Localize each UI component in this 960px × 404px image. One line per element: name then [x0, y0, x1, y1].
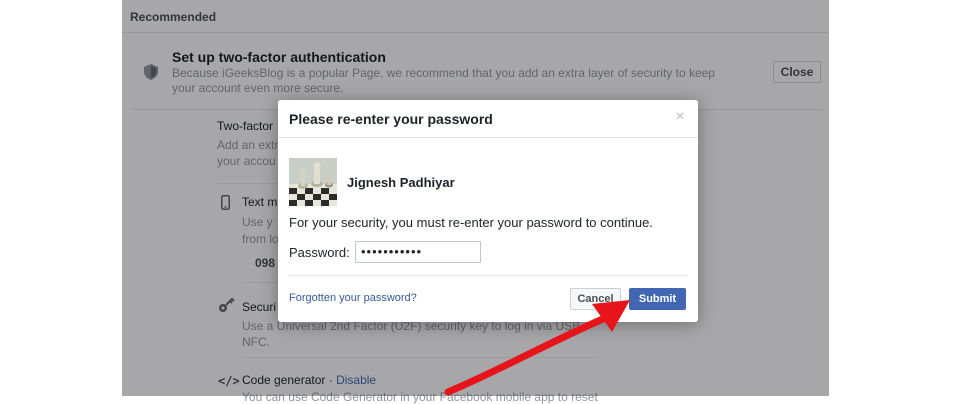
- dialog-title: Please re-enter your password: [289, 111, 493, 127]
- reenter-password-dialog: Please re-enter your password × Jignesh …: [278, 100, 698, 322]
- avatar: [289, 158, 337, 206]
- user-name: Jignesh Padhiyar: [347, 175, 455, 190]
- cancel-button[interactable]: Cancel: [570, 288, 621, 310]
- divider: [288, 275, 688, 276]
- password-field[interactable]: •••••••••••: [355, 241, 481, 263]
- security-message: For your security, you must re-enter you…: [289, 215, 653, 230]
- password-label: Password:: [289, 245, 350, 260]
- forgotten-password-link[interactable]: Forgotten your password?: [289, 292, 417, 304]
- dialog-header: Please re-enter your password ×: [278, 100, 698, 138]
- close-icon[interactable]: ×: [672, 109, 688, 125]
- submit-button[interactable]: Submit: [629, 288, 686, 310]
